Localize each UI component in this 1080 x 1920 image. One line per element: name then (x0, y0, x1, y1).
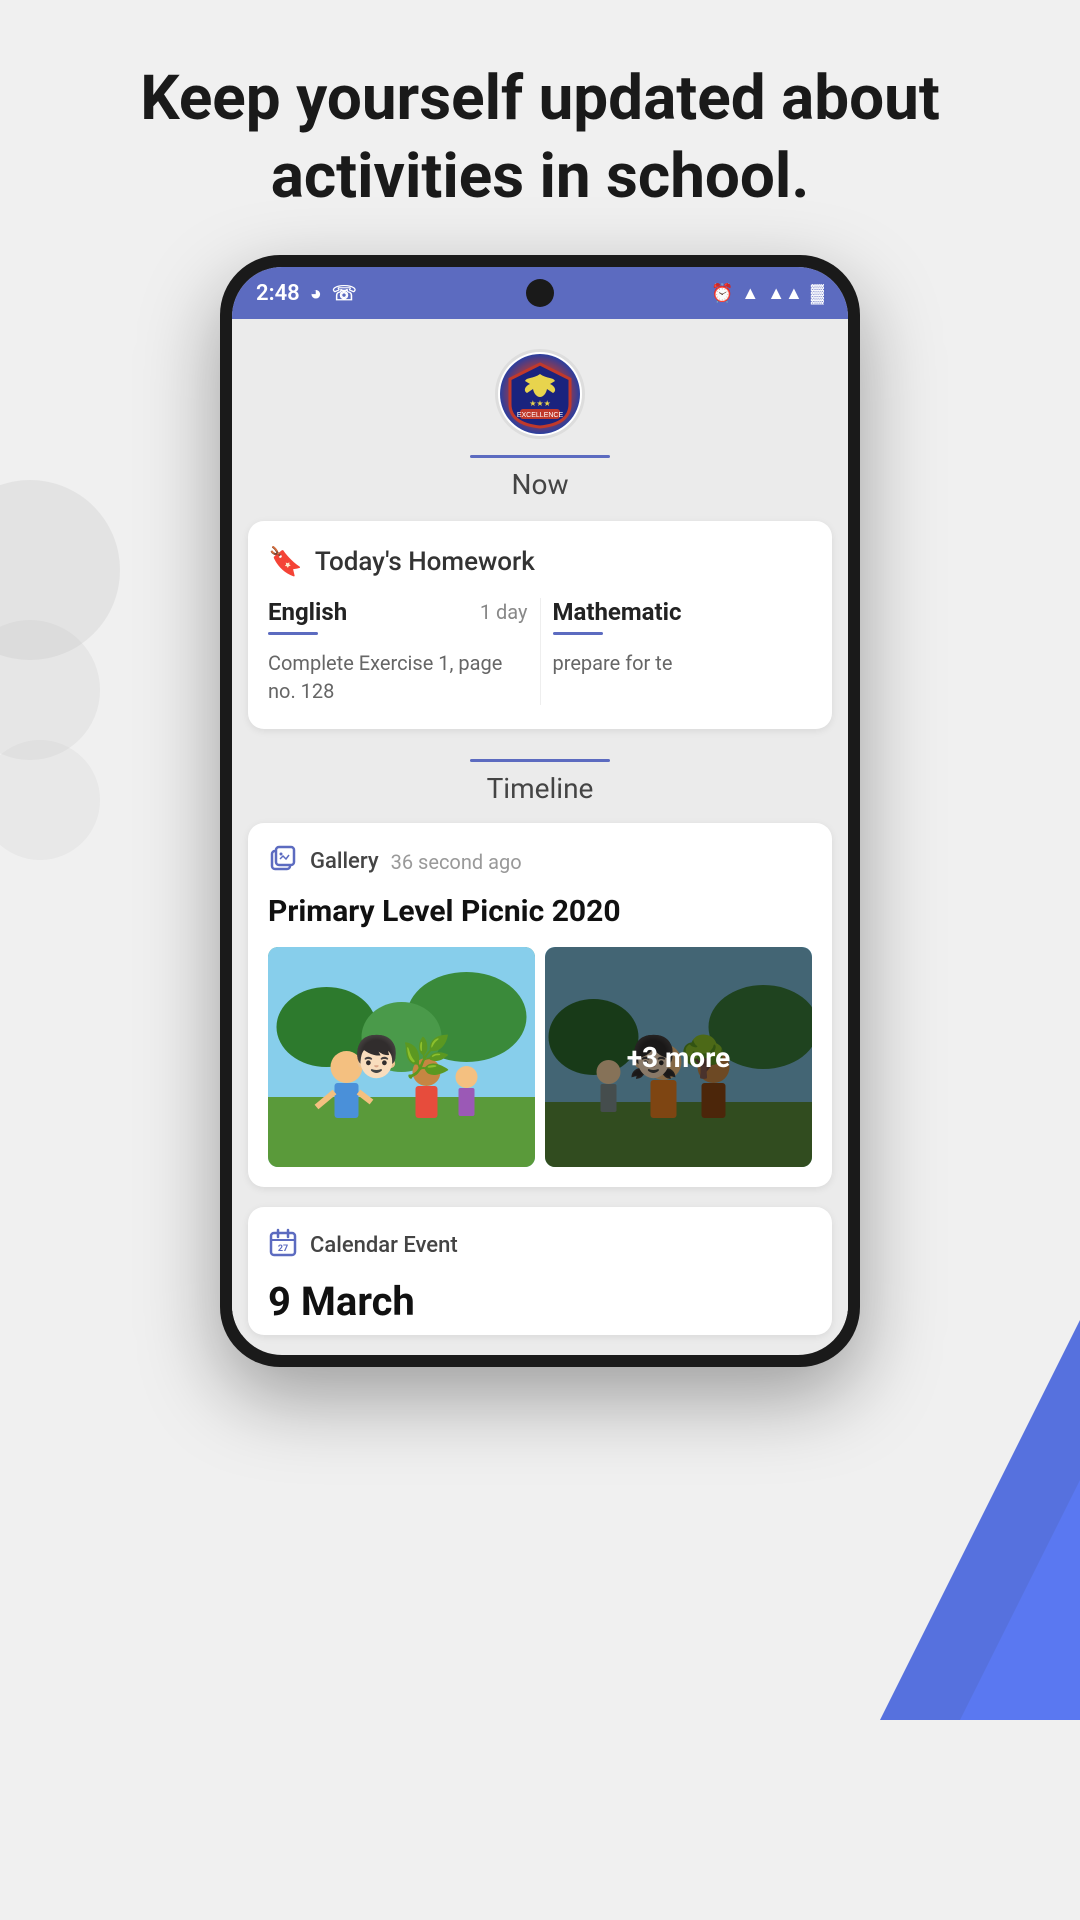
english-name: English (268, 598, 347, 626)
math-desc: prepare for te (553, 649, 813, 677)
math-underline (553, 632, 603, 635)
battery-icon: ▓ (811, 283, 824, 304)
status-time: 2:48 (256, 281, 300, 306)
phone-frame: 2:48 ◕ ☏ ⏰ ▲ ▲▲ ▓ (220, 255, 860, 1367)
bg-triangle-2 (960, 1480, 1080, 1720)
english-days: 1 day (480, 600, 528, 624)
gallery-meta: Gallery 36 second ago (268, 843, 812, 880)
gallery-type: Gallery (310, 849, 379, 874)
wifi-icon: ▲ (741, 283, 759, 304)
school-header: EXCELLENCE ★★★ Now (232, 319, 848, 521)
status-bar-right: ⏰ ▲ ▲▲ ▓ (711, 283, 824, 304)
subject-math: Mathematic prepare for te (541, 598, 813, 705)
homework-icon: 🔖 (268, 545, 303, 578)
svg-text:27: 27 (278, 1244, 288, 1254)
calendar-type: Calendar Event (310, 1233, 458, 1258)
english-name-row: English 1 day (268, 598, 528, 626)
homework-subjects: English 1 day Complete Exercise 1, page … (268, 598, 812, 705)
more-overlay[interactable]: +3 more (545, 947, 812, 1167)
svg-text:EXCELLENCE: EXCELLENCE (517, 412, 564, 419)
now-tab-label: Now (512, 468, 569, 501)
signal-icon: ▲▲ (767, 283, 803, 304)
now-tab[interactable]: Now (252, 455, 828, 521)
school-emblem: EXCELLENCE ★★★ (505, 359, 575, 429)
gallery-event-title: Primary Level Picnic 2020 (268, 894, 812, 929)
calendar-icon: 27 (268, 1227, 298, 1264)
messaging-icon: ◕ (310, 281, 322, 306)
now-tab-underline (470, 455, 610, 458)
timeline-section: Timeline (232, 749, 848, 1335)
calendar-date: 9 March (268, 1278, 812, 1325)
timeline-label: Timeline (487, 772, 594, 805)
english-desc: Complete Exercise 1, page no. 128 (268, 649, 528, 705)
calendar-meta: 27 Calendar Event (268, 1227, 812, 1264)
more-count: +3 more (627, 1041, 730, 1074)
whatsapp-icon: ☏ (332, 281, 357, 305)
subject-english: English 1 day Complete Exercise 1, page … (268, 598, 541, 705)
alarm-icon: ⏰ (711, 283, 733, 304)
app-content: EXCELLENCE ★★★ Now 🔖 (232, 319, 848, 1335)
page-headline: Keep yourself updated about activities i… (0, 0, 1080, 255)
gallery-card: Gallery 36 second ago Primary Level Picn… (248, 823, 832, 1187)
camera-notch (526, 279, 554, 307)
english-underline (268, 632, 318, 635)
math-name: Mathematic (553, 598, 682, 626)
calendar-card: 27 Calendar Event 9 March (248, 1207, 832, 1335)
gallery-time: 36 second ago (391, 850, 522, 874)
math-name-row: Mathematic (553, 598, 813, 626)
gallery-icon (268, 843, 298, 880)
gallery-image-2[interactable]: +3 more (545, 947, 812, 1167)
homework-card: 🔖 Today's Homework English 1 day Complet… (248, 521, 832, 729)
timeline-tab[interactable]: Timeline (232, 749, 848, 823)
logo-inner: EXCELLENCE ★★★ (500, 354, 580, 434)
phone-wrapper: 2:48 ◕ ☏ ⏰ ▲ ▲▲ ▓ (0, 255, 1080, 1367)
gallery-image-1[interactable] (268, 947, 535, 1167)
homework-header: 🔖 Today's Homework (268, 545, 812, 578)
status-bar-left: 2:48 ◕ ☏ (256, 281, 357, 306)
gallery-images: +3 more (268, 947, 812, 1167)
status-bar: 2:48 ◕ ☏ ⏰ ▲ ▲▲ ▓ (232, 267, 848, 319)
phone-screen: 2:48 ◕ ☏ ⏰ ▲ ▲▲ ▓ (232, 267, 848, 1355)
homework-title: Today's Homework (315, 547, 535, 577)
svg-text:★★★: ★★★ (529, 399, 551, 408)
timeline-underline (470, 759, 610, 762)
camera-notch-container (526, 279, 554, 307)
school-logo: EXCELLENCE ★★★ (495, 349, 585, 439)
